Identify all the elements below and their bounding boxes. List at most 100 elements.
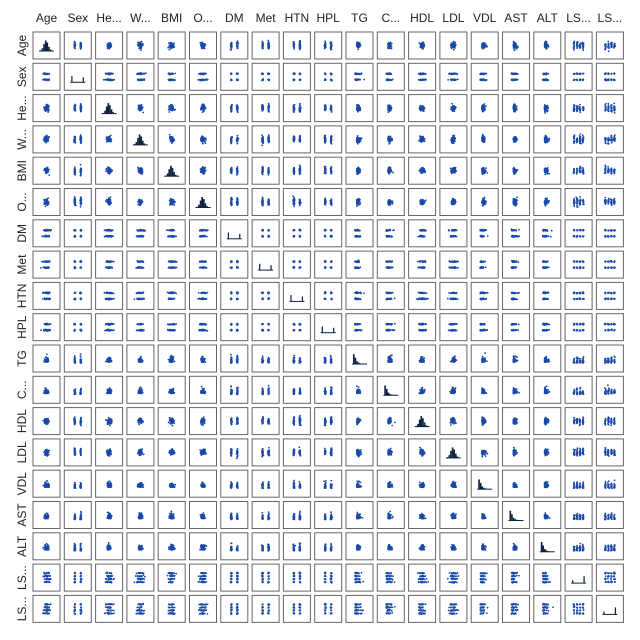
panel — [220, 125, 249, 154]
panel — [439, 62, 468, 91]
scatter-point — [357, 139, 360, 142]
scatter-point — [482, 110, 485, 113]
scatter-point — [387, 138, 390, 141]
panel — [282, 125, 311, 154]
scatter-point — [46, 79, 48, 81]
panel — [408, 94, 437, 123]
scatter-point — [169, 43, 172, 46]
scatter-point — [261, 40, 264, 43]
scatter-point — [390, 73, 393, 75]
panel-frame — [126, 62, 155, 91]
scatter-point — [293, 108, 295, 111]
scatter-point — [230, 139, 233, 141]
histogram-bar — [110, 109, 113, 114]
scatter-point — [483, 103, 486, 105]
scatter-point — [236, 78, 239, 81]
scatter-point — [47, 105, 49, 108]
scatter-point — [141, 73, 144, 75]
scatter-point — [74, 141, 77, 144]
scatter-point — [485, 72, 488, 75]
panel-frame — [314, 31, 343, 60]
scatter-point — [324, 141, 326, 144]
scatter-point — [324, 139, 326, 141]
scatter-point — [356, 78, 358, 81]
scatter-point — [330, 78, 333, 81]
scatter-point — [357, 103, 360, 106]
scatter-point — [576, 44, 579, 46]
panel — [376, 125, 405, 154]
scatter-point — [267, 73, 270, 75]
scatter-point — [44, 139, 47, 142]
panel — [376, 62, 405, 91]
scatter-point — [447, 79, 449, 81]
scatter-point — [582, 49, 585, 52]
scatter-point — [106, 72, 108, 75]
scatter-point — [108, 44, 111, 46]
scatter-point — [171, 107, 174, 110]
panel — [282, 31, 311, 60]
scatter-point — [261, 134, 263, 137]
panel — [189, 62, 217, 91]
scatter-point — [576, 106, 579, 109]
scatter-point — [543, 72, 546, 75]
scatter-point — [573, 49, 575, 51]
panel-frame — [95, 62, 124, 91]
scatter-point — [607, 105, 610, 108]
scatter-point — [80, 106, 82, 109]
scatter-point — [481, 78, 484, 81]
scatter-point — [420, 135, 422, 138]
panel-frame — [32, 62, 61, 91]
histogram-bar — [43, 44, 45, 51]
scatter-point — [45, 73, 48, 75]
panel-frame — [314, 94, 343, 123]
histogram-bar — [48, 46, 50, 51]
scatter-point — [390, 47, 393, 50]
scatter-point — [573, 109, 575, 111]
scatter-point — [450, 79, 453, 81]
panel-frame — [220, 31, 249, 60]
scatter-point — [573, 105, 575, 108]
panel-frame — [470, 62, 499, 91]
scatter-point — [230, 43, 232, 46]
scatter-point — [582, 72, 585, 75]
scatter-point — [268, 42, 270, 45]
scatter-point — [236, 138, 239, 141]
scatter-point — [482, 105, 485, 108]
panel-frame — [157, 62, 186, 91]
scatter-point — [452, 48, 455, 51]
scatter-point — [514, 78, 517, 81]
scatter-point — [390, 45, 393, 48]
column-label: VDL — [473, 11, 497, 25]
scatter-point — [201, 140, 204, 142]
column-label: AST — [504, 11, 528, 25]
scatter-point — [73, 42, 76, 45]
panel — [408, 125, 437, 154]
panel — [408, 31, 437, 60]
scatter-point — [43, 136, 46, 139]
panel — [470, 31, 499, 60]
scatter-point — [236, 134, 239, 137]
histogram-bar — [82, 77, 84, 83]
panel — [282, 94, 311, 123]
scatter-point — [450, 47, 453, 50]
scatter-point — [236, 42, 239, 44]
scatter-point — [261, 141, 264, 144]
scatter-point — [299, 139, 302, 142]
scatter-point — [485, 105, 487, 108]
scatter-point — [544, 45, 547, 48]
histogram-bar — [105, 106, 108, 114]
scatter-point — [613, 46, 615, 48]
scatter-point — [388, 141, 391, 144]
row-label: Sex — [15, 66, 29, 87]
scatter-point — [575, 72, 578, 75]
scatter-point — [236, 73, 239, 75]
panel — [314, 31, 343, 60]
scatter-point — [80, 44, 82, 47]
scatter-point — [48, 78, 50, 81]
scatter-point — [140, 40, 143, 43]
panel-frame — [63, 31, 92, 60]
scatter-point — [516, 78, 519, 81]
scatter-point — [604, 48, 606, 51]
panel — [502, 31, 530, 60]
row-label: HPL — [15, 315, 29, 339]
